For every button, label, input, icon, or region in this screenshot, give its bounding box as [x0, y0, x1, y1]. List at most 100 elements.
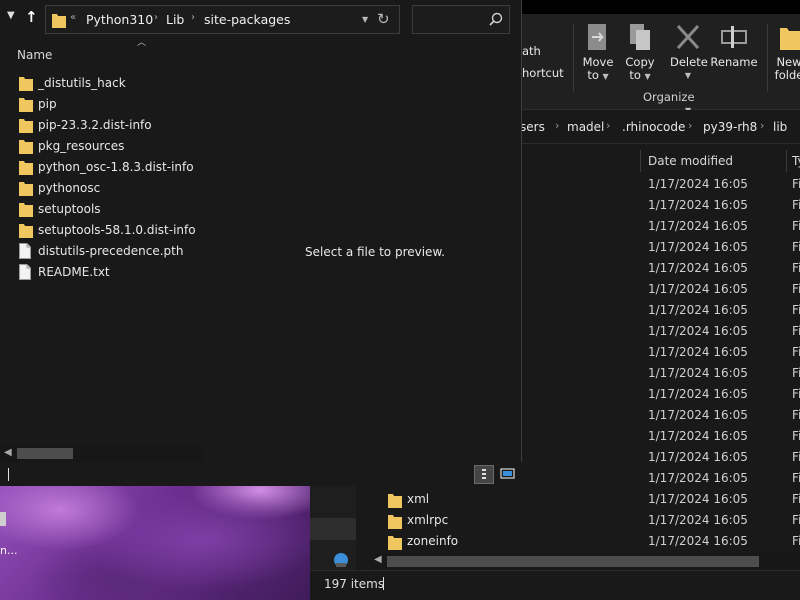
navigation-pane-fragment: [310, 486, 356, 572]
list-item-label: distutils-precedence.pth: [38, 244, 184, 258]
breadcrumb-segment[interactable]: py39-rh8: [703, 120, 757, 134]
breadcrumb-segment[interactable]: Python310: [86, 12, 153, 27]
breadcrumb-segment[interactable]: Lib: [166, 12, 184, 27]
list-item-label: README.txt: [38, 265, 110, 279]
table-row[interactable]: zoneinfo 1/17/2024 16:05 Fi: [310, 531, 800, 552]
address-history-dropdown-icon[interactable]: ▼: [362, 15, 368, 24]
column-headers: Name ︿: [0, 38, 260, 66]
row-date-modified: 1/17/2024 16:05: [648, 366, 748, 380]
search-icon[interactable]: [489, 12, 503, 26]
up-one-level-icon[interactable]: ↑: [25, 8, 38, 26]
delete-button[interactable]: Delete ▼: [670, 22, 708, 82]
column-divider[interactable]: [786, 150, 787, 172]
folder-icon: [19, 180, 33, 199]
list-item[interactable]: setuptools-58.1.0.dist-info: [0, 220, 260, 241]
row-date-modified: 1/17/2024 16:05: [648, 219, 748, 233]
foreground-explorer-window[interactable]: ▼ ↑ « Python310 › Lib › site-packages ▼ …: [0, 0, 522, 486]
move-to-label-2: to: [587, 68, 599, 82]
breadcrumb-overflow-icon[interactable]: «: [70, 12, 76, 23]
breadcrumb-segment[interactable]: sers: [520, 120, 545, 134]
row-date-modified: 1/17/2024 16:05: [648, 345, 748, 359]
large-icons-view-icon: [500, 468, 515, 479]
details-view-button[interactable]: [474, 465, 494, 484]
type-column-header[interactable]: Ty: [792, 154, 800, 168]
move-to-button[interactable]: Move to ▼: [582, 22, 614, 83]
list-item-label: pip: [38, 97, 57, 111]
list-item[interactable]: pkg_resources: [0, 136, 260, 157]
breadcrumb-chevron-icon[interactable]: ›: [606, 119, 610, 132]
date-modified-column-header[interactable]: Date modified: [648, 154, 733, 168]
name-column-header[interactable]: Name: [17, 48, 52, 62]
copy-to-label-2: to: [629, 68, 641, 82]
search-box[interactable]: [412, 5, 510, 34]
row-type: Fi: [792, 366, 800, 380]
breadcrumb-segment[interactable]: lib: [773, 120, 787, 134]
row-name: xmlrpc: [407, 513, 449, 527]
table-row[interactable]: xml 1/17/2024 16:05 Fi: [310, 489, 800, 510]
scroll-left-icon[interactable]: ◀: [4, 447, 12, 458]
list-item-label: setuptools-58.1.0.dist-info: [38, 223, 196, 237]
large-icons-view-button[interactable]: [498, 465, 518, 484]
row-name: xml: [407, 492, 430, 506]
list-item[interactable]: pythonosc: [0, 178, 260, 199]
breadcrumb-segment[interactable]: .rhinocode: [622, 120, 685, 134]
row-date-modified: 1/17/2024 16:05: [648, 492, 748, 506]
row-date-modified: 1/17/2024 16:05: [648, 387, 748, 401]
list-item-label: python_osc-1.8.3.dist-info: [38, 160, 194, 174]
navigation-pane-selected-item[interactable]: [310, 518, 356, 540]
row-type: Fi: [792, 513, 800, 527]
background-status-bar: 197 items: [310, 570, 800, 600]
recent-locations-dropdown-icon[interactable]: ▼: [7, 10, 15, 21]
desktop-shortcut-icon[interactable]: [0, 512, 6, 526]
rename-button[interactable]: Rename: [710, 22, 758, 69]
table-row[interactable]: xmlrpc 1/17/2024 16:05 Fi: [310, 510, 800, 531]
list-item[interactable]: python_osc-1.8.3.dist-info: [0, 157, 260, 178]
row-date-modified: 1/17/2024 16:05: [648, 471, 748, 485]
breadcrumb-chevron-icon[interactable]: ›: [555, 119, 559, 132]
scrollbar-thumb[interactable]: [387, 556, 759, 567]
folder-icon: [19, 159, 33, 178]
scrollbar-thumb[interactable]: [17, 448, 73, 459]
list-item[interactable]: distutils-precedence.pth: [0, 241, 260, 262]
list-item[interactable]: setuptools: [0, 199, 260, 220]
copy-to-icon: [630, 24, 650, 50]
search-input[interactable]: [417, 10, 487, 29]
refresh-icon[interactable]: ↻: [377, 10, 390, 28]
row-type: Fi: [792, 534, 800, 548]
desktop-shortcut-label[interactable]: n...: [0, 544, 17, 557]
address-bar[interactable]: « Python310 › Lib › site-packages ▼ ↻: [45, 5, 400, 34]
folder-icon: [19, 138, 33, 157]
network-icon[interactable]: [333, 552, 349, 568]
breadcrumb-chevron-icon[interactable]: ›: [688, 119, 692, 132]
list-item[interactable]: pip-23.3.2.dist-info: [0, 115, 260, 136]
copy-path-button[interactable]: ath: [522, 44, 541, 58]
folder-icon: [19, 222, 33, 241]
move-to-icon: [588, 24, 606, 50]
horizontal-scrollbar[interactable]: ◀: [0, 445, 205, 462]
list-item[interactable]: README.txt: [0, 262, 260, 283]
preview-pane-message: Select a file to preview.: [305, 245, 445, 259]
file-icon: [19, 243, 31, 262]
scroll-left-icon[interactable]: ◀: [374, 554, 382, 565]
delete-label: Delete: [670, 55, 708, 69]
new-folder-button[interactable]: New folde: [772, 22, 800, 82]
background-horizontal-scrollbar[interactable]: ◀: [372, 553, 800, 570]
list-item[interactable]: pip: [0, 94, 260, 115]
row-type: Fi: [792, 471, 800, 485]
paste-shortcut-button[interactable]: hortcut: [522, 66, 564, 80]
row-type: Fi: [792, 345, 800, 359]
row-type: Fi: [792, 240, 800, 254]
list-item[interactable]: _distutils_hack: [0, 73, 260, 94]
list-item-label: _distutils_hack: [38, 76, 126, 90]
row-type: Fi: [792, 492, 800, 506]
row-type: Fi: [792, 387, 800, 401]
breadcrumb-chevron-icon[interactable]: ›: [154, 12, 158, 23]
breadcrumb-chevron-icon[interactable]: ›: [191, 12, 195, 23]
column-divider[interactable]: [640, 150, 641, 172]
ribbon-separator: [573, 24, 574, 92]
copy-to-button[interactable]: Copy to ▼: [624, 22, 656, 83]
breadcrumb-segment[interactable]: site-packages: [204, 12, 290, 27]
breadcrumb-segment[interactable]: madel: [567, 120, 604, 134]
status-divider: [8, 468, 9, 481]
breadcrumb-chevron-icon[interactable]: ›: [760, 119, 764, 132]
